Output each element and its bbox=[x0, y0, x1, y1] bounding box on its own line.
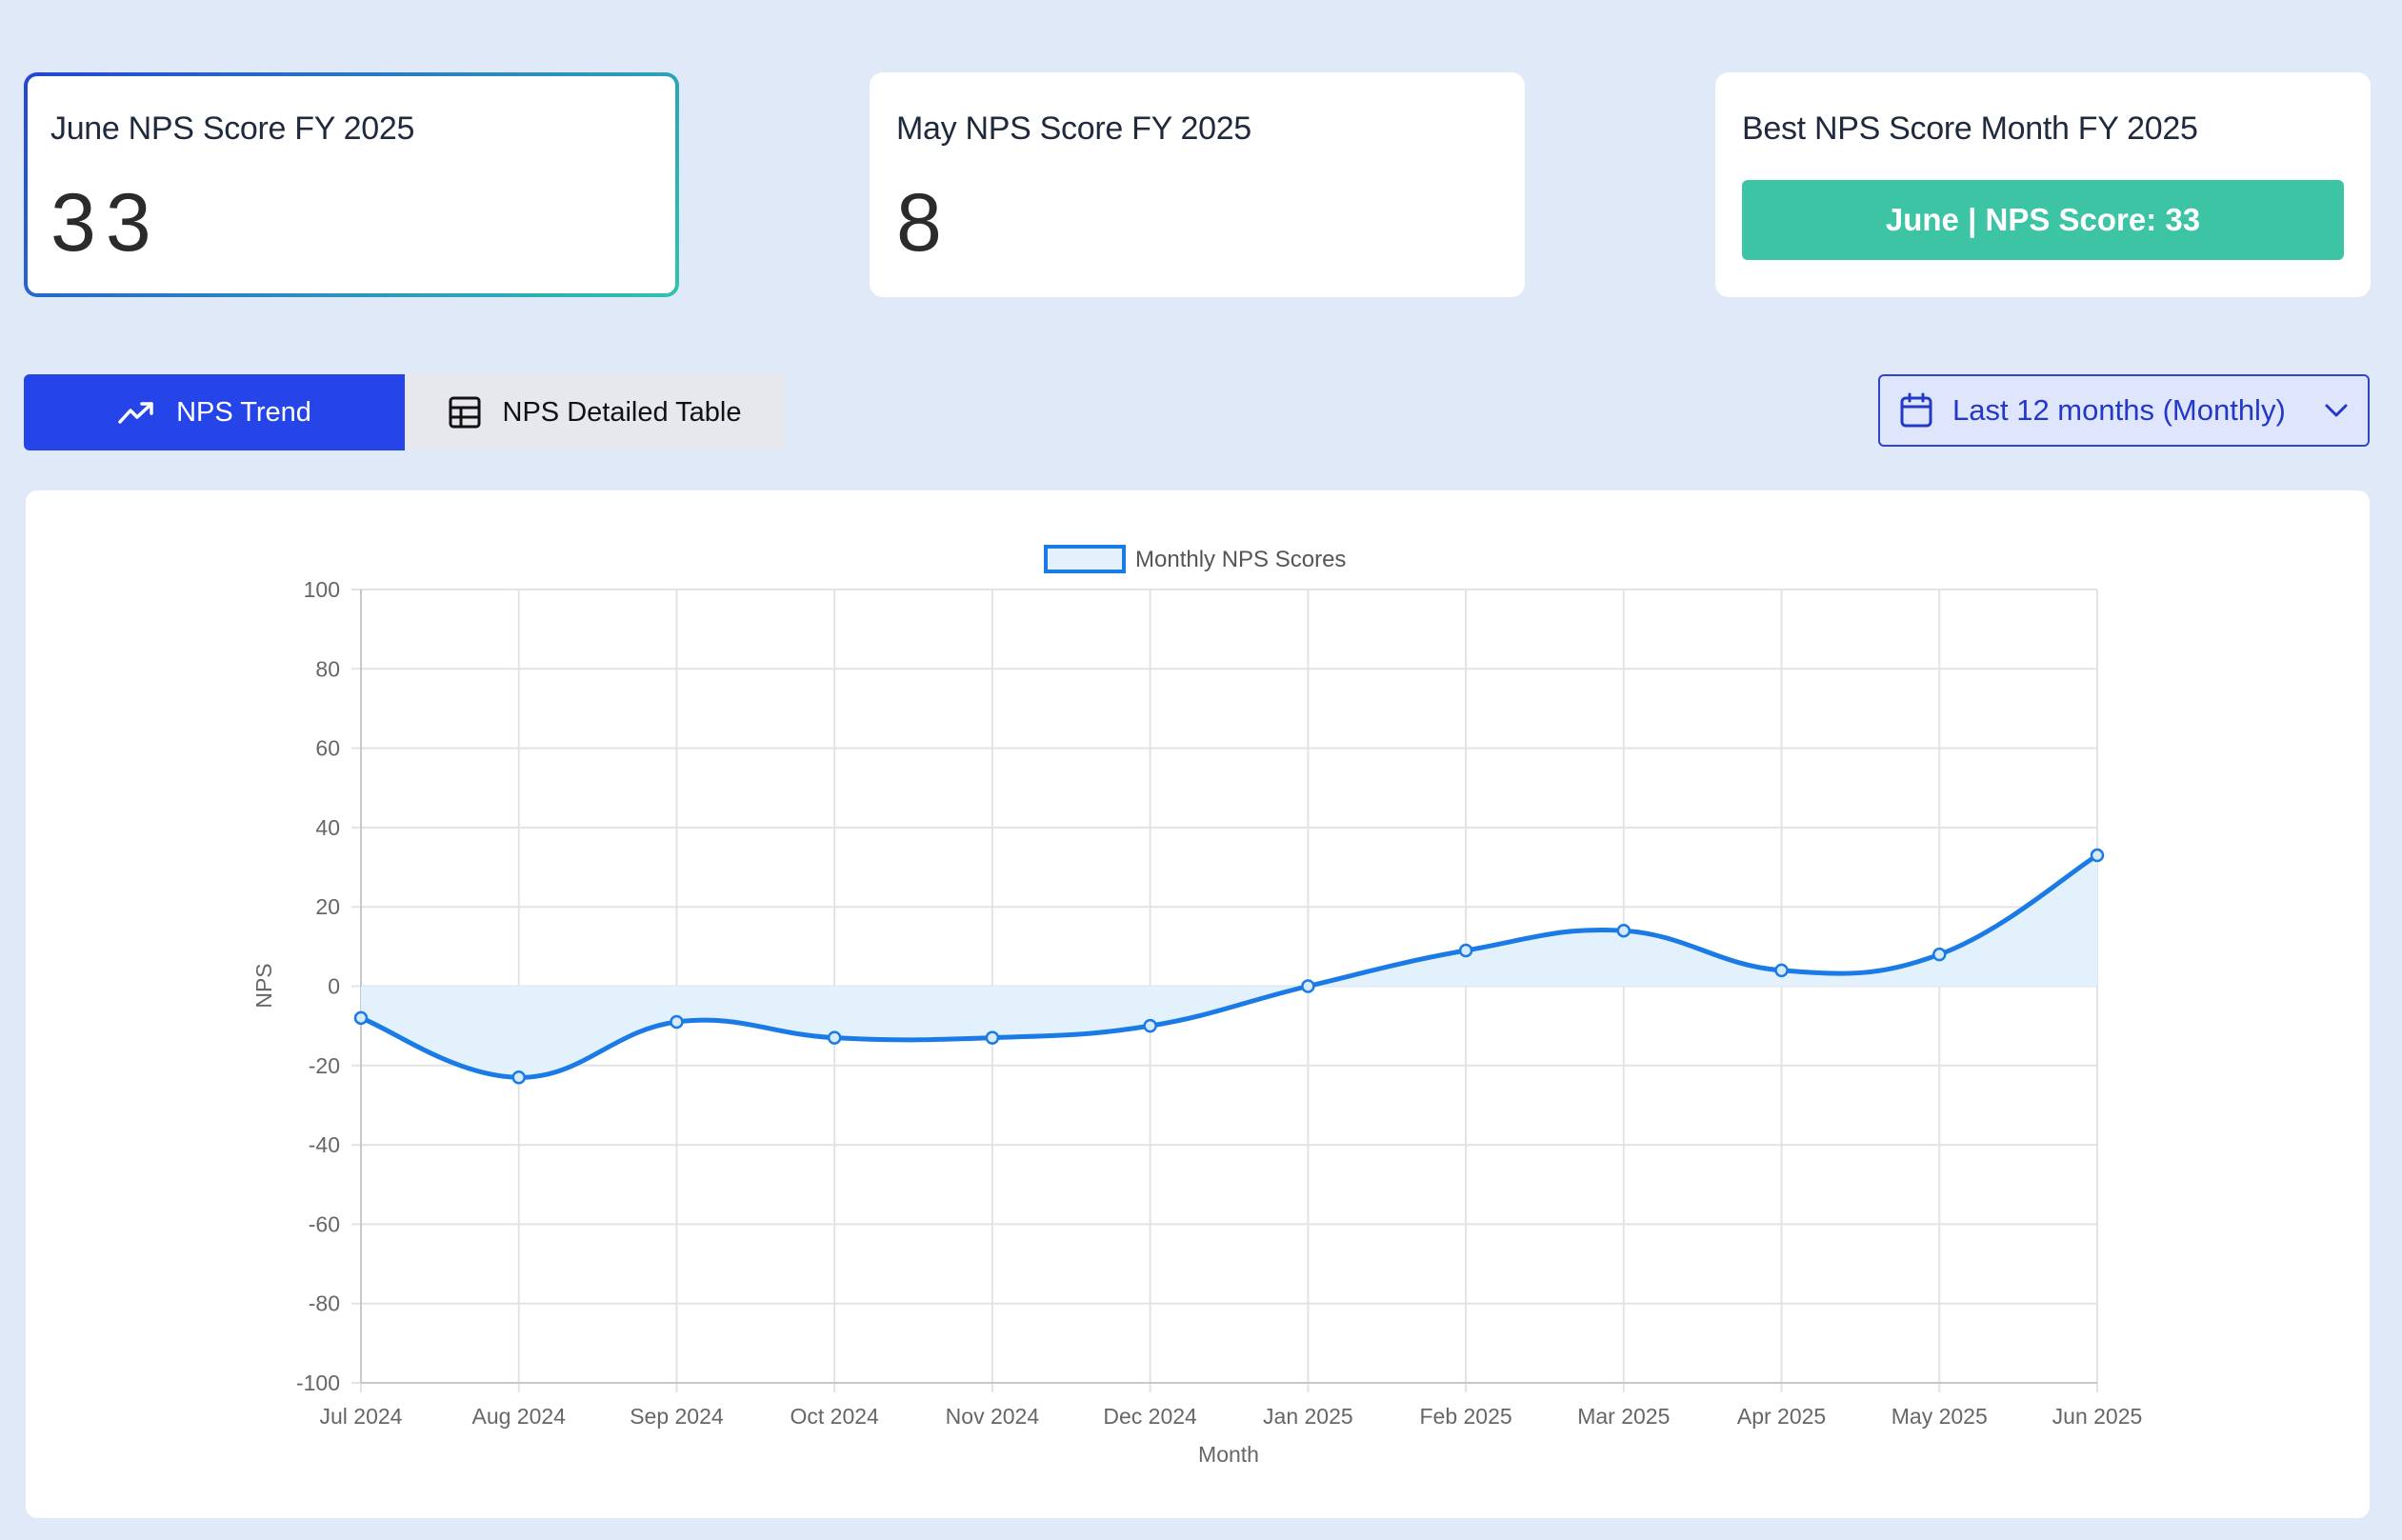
tab-nps-detailed-table[interactable]: NPS Detailed Table bbox=[405, 374, 784, 450]
data-point[interactable] bbox=[511, 1070, 526, 1085]
y-tick-label: 40 bbox=[315, 815, 340, 840]
may-nps-value: 8 bbox=[896, 177, 942, 269]
june-nps-title: June NPS Score FY 2025 bbox=[50, 110, 415, 147]
x-tick-label: Jan 2025 bbox=[1263, 1404, 1353, 1429]
date-range-select[interactable]: Last 12 months (Monthly) bbox=[1878, 374, 2370, 447]
calendar-icon bbox=[1900, 392, 1932, 428]
y-tick-label: 0 bbox=[328, 974, 340, 999]
june-nps-value: 33 bbox=[50, 177, 161, 269]
x-tick-label: Jun 2025 bbox=[2052, 1404, 2143, 1429]
y-tick-label: 100 bbox=[304, 577, 340, 602]
view-tabs: NPS Trend NPS Detailed Table bbox=[24, 374, 784, 450]
data-point[interactable] bbox=[1143, 1018, 1157, 1033]
y-tick-label: 20 bbox=[315, 894, 340, 919]
may-nps-card: May NPS Score FY 2025 8 bbox=[870, 72, 1525, 297]
x-tick-label: Apr 2025 bbox=[1737, 1404, 1826, 1429]
data-point[interactable] bbox=[2090, 848, 2105, 863]
legend-swatch[interactable] bbox=[1044, 545, 1126, 573]
nps-trend-chart: 100 80 60 40 20 0 -20 -40 -60 -80 -100 Jul 2024 Aug … bbox=[251, 545, 2143, 1467]
june-nps-card: June NPS Score FY 2025 33 bbox=[24, 72, 679, 297]
data-point[interactable] bbox=[827, 1030, 842, 1045]
data-point[interactable] bbox=[1616, 923, 1631, 938]
best-nps-title: Best NPS Score Month FY 2025 bbox=[1742, 110, 2198, 147]
tab-nps-trend[interactable]: NPS Trend bbox=[24, 374, 405, 450]
legend-label: Monthly NPS Scores bbox=[1135, 547, 1346, 572]
y-tick-label: -20 bbox=[309, 1053, 340, 1078]
y-tick-label: -60 bbox=[309, 1211, 340, 1236]
date-range-label: Last 12 months (Monthly) bbox=[1952, 393, 2286, 427]
x-tick-label: Mar 2025 bbox=[1577, 1404, 1670, 1429]
data-point[interactable] bbox=[1458, 943, 1473, 958]
x-tick-label: Jul 2024 bbox=[320, 1404, 403, 1429]
x-tick-label: Feb 2025 bbox=[1419, 1404, 1511, 1429]
nps-trend-chart-panel: 100 80 60 40 20 0 -20 -40 -60 -80 -100 Jul 2024 Aug … bbox=[26, 490, 2370, 1518]
x-tick-label: Aug 2024 bbox=[471, 1404, 566, 1429]
may-nps-title: May NPS Score FY 2025 bbox=[896, 110, 1251, 147]
data-point[interactable] bbox=[670, 1014, 684, 1030]
tab-nps-detailed-table-label: NPS Detailed Table bbox=[502, 396, 742, 428]
chevron-down-icon bbox=[2325, 404, 2348, 417]
y-tick-label: 60 bbox=[315, 736, 340, 761]
x-tick-label: Nov 2024 bbox=[946, 1404, 1040, 1429]
best-nps-card: Best NPS Score Month FY 2025 June | NPS … bbox=[1715, 72, 2371, 297]
series-line bbox=[360, 852, 2099, 1080]
data-point[interactable] bbox=[1774, 963, 1789, 978]
best-nps-badge: June | NPS Score: 33 bbox=[1742, 180, 2344, 260]
trending-up-icon bbox=[118, 402, 153, 424]
x-tick-label: Sep 2024 bbox=[630, 1404, 724, 1429]
data-point[interactable] bbox=[353, 1010, 369, 1026]
data-point[interactable] bbox=[1301, 979, 1315, 993]
y-axis-title: NPS bbox=[251, 963, 276, 1008]
x-tick-label: Oct 2024 bbox=[791, 1404, 880, 1429]
y-tick-label: 80 bbox=[315, 656, 340, 681]
y-tick-label: -100 bbox=[296, 1370, 340, 1395]
data-point[interactable] bbox=[1932, 947, 1947, 962]
y-tick-label: -80 bbox=[309, 1291, 340, 1316]
x-tick-label: Dec 2024 bbox=[1103, 1404, 1197, 1429]
data-point[interactable] bbox=[985, 1030, 1000, 1045]
table-icon bbox=[449, 396, 481, 429]
y-tick-label: -40 bbox=[309, 1132, 340, 1157]
x-tick-label: May 2025 bbox=[1892, 1404, 1988, 1429]
series-area-fill bbox=[361, 855, 2097, 1078]
x-axis-title: Month bbox=[1198, 1442, 1259, 1467]
tab-nps-trend-label: NPS Trend bbox=[176, 396, 311, 428]
